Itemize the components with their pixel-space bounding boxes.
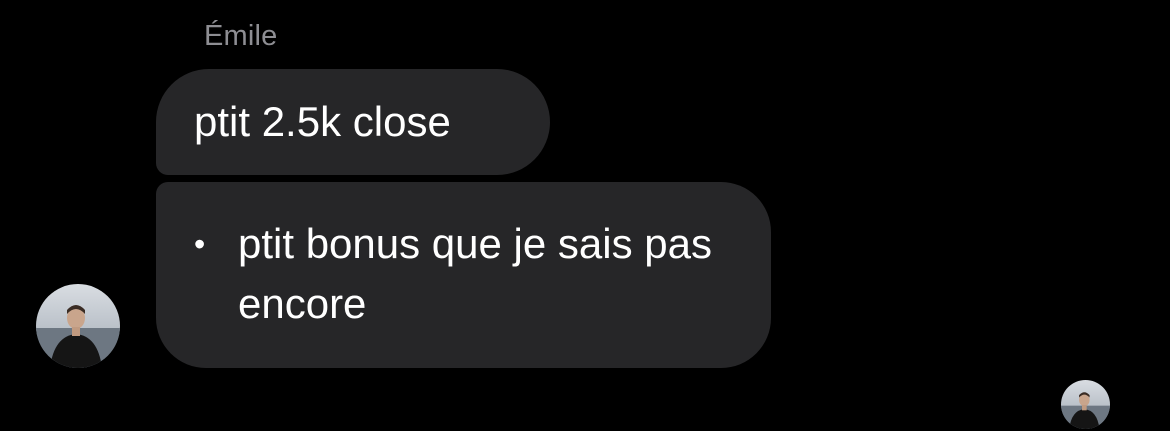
sender-name: Émile	[204, 20, 278, 52]
message-text: ptit bonus que je sais pas encore	[238, 220, 712, 327]
bullet-point: •	[194, 226, 206, 262]
bullet-list-item: • ptit bonus que je sais pas encore	[194, 214, 741, 334]
message-bubble[interactable]: • ptit bonus que je sais pas encore	[156, 182, 771, 368]
profile-photo-icon[interactable]	[36, 284, 120, 368]
read-receipt-avatar-icon	[1061, 380, 1110, 429]
message-text: ptit 2.5k close	[194, 98, 451, 145]
message-bubble[interactable]: ptit 2.5k close	[156, 69, 550, 175]
